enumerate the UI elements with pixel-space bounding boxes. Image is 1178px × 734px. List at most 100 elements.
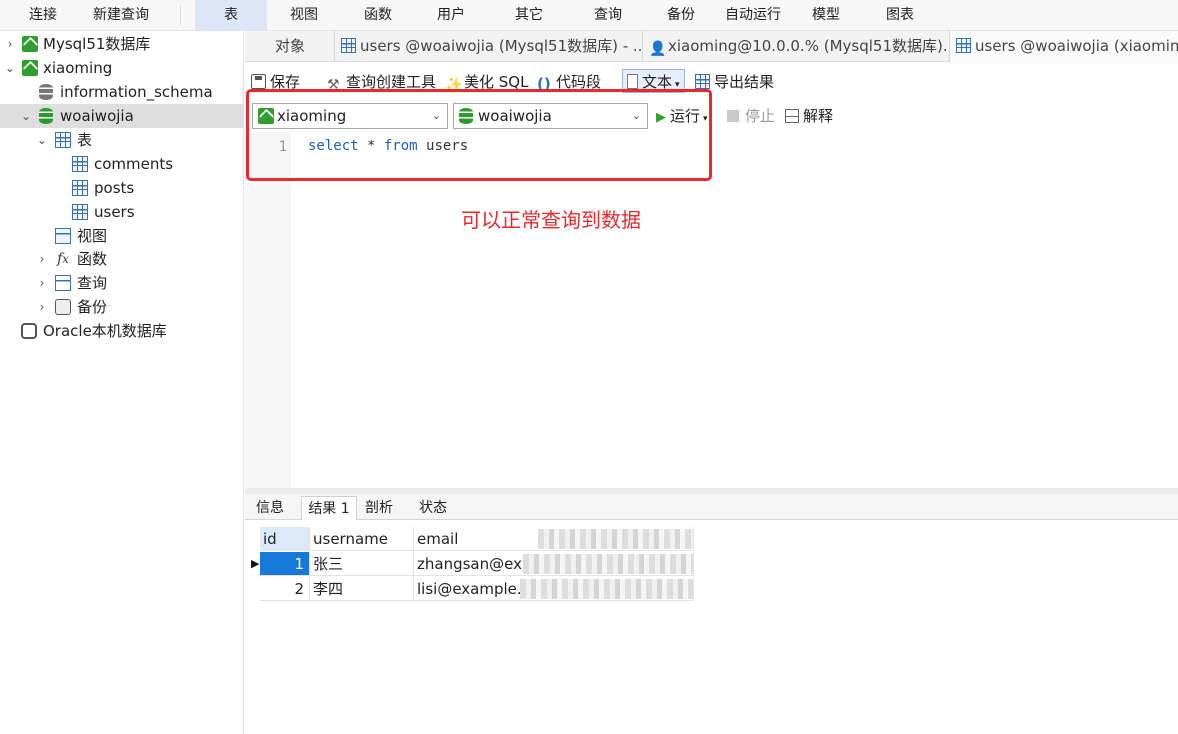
menu-view[interactable]: 视图	[278, 0, 330, 30]
tree-label: Mysql51数据库	[43, 35, 151, 53]
tree-label: Oracle本机数据库	[43, 322, 167, 340]
tree-connection-mysql51[interactable]: › Mysql51数据库	[0, 32, 243, 56]
explain-icon	[785, 109, 799, 123]
view-icon	[55, 228, 71, 244]
tab-objects[interactable]: 对象	[245, 31, 335, 62]
table-icon	[72, 180, 88, 196]
table-icon	[956, 38, 971, 53]
chevron-right-icon[interactable]: ›	[36, 247, 48, 271]
stop-button[interactable]: 停止	[727, 104, 775, 128]
chevron-down-icon[interactable]: ⌄	[36, 128, 48, 152]
column-header-username[interactable]: username	[310, 527, 414, 551]
chevron-right-icon[interactable]: ›	[36, 295, 48, 319]
hammer-icon: ⚒	[327, 77, 340, 93]
tree-db-information-schema[interactable]: information_schema	[0, 80, 243, 104]
pixelation-mask	[538, 529, 693, 549]
table-icon	[72, 204, 88, 220]
line-gutter: 1	[245, 132, 291, 488]
chevron-down-icon[interactable]: ⌄	[4, 56, 16, 80]
export-icon	[695, 74, 710, 89]
menu-other[interactable]: 其它	[503, 0, 555, 30]
tree-group-tables[interactable]: ⌄ 表	[0, 128, 243, 152]
document-icon	[627, 74, 638, 89]
explain-label: 解释	[803, 107, 834, 125]
result-grid: id username email ▶ 1 张三 zhangsan@ex 2 李…	[245, 521, 1178, 734]
tree-label: 备份	[77, 298, 108, 316]
tree-label: xiaoming	[43, 59, 113, 77]
tab-label: users @woaiwojia (Mysql51数据库) - ...	[360, 37, 643, 55]
snippet-icon: ()	[537, 75, 551, 93]
tree-db-woaiwojia[interactable]: ⌄ woaiwojia	[0, 104, 243, 128]
tree-label: posts	[94, 179, 135, 197]
tree-label: 函数	[77, 250, 108, 268]
annotation-text: 可以正常查询到数据	[461, 208, 641, 232]
explain-button[interactable]: 解释	[785, 104, 833, 128]
tree-label: 查询	[77, 274, 108, 292]
export-label: 导出结果	[714, 73, 775, 91]
pixelation-mask	[520, 579, 693, 599]
save-icon	[251, 74, 266, 89]
tree-group-queries[interactable]: › 查询	[0, 271, 243, 295]
stop-label: 停止	[745, 107, 776, 125]
tab-profile[interactable]: 剖析	[357, 496, 401, 520]
mysql-connection-icon	[22, 60, 38, 76]
tree-connection-xiaoming[interactable]: ⌄ xiaoming	[0, 56, 243, 80]
backup-icon	[55, 299, 71, 315]
column-header-id[interactable]: id	[260, 527, 310, 551]
tree-table-posts[interactable]: posts	[0, 176, 243, 200]
table-cell-id[interactable]: 1	[260, 552, 310, 576]
pixelation-mask	[523, 554, 693, 574]
tree-group-functions[interactable]: › fx 函数	[0, 247, 243, 271]
menu-automation[interactable]: 自动运行	[718, 0, 788, 30]
menu-bar: 连接 新建查询 表 视图 函数 用户 其它 查询 备份 自动运行 模型 图表	[0, 0, 1178, 31]
tab-users-xiaoming[interactable]: users @woaiwojia (xiaoming)	[950, 31, 1178, 62]
stop-icon	[727, 110, 739, 122]
menu-chart[interactable]: 图表	[874, 0, 926, 30]
menu-function[interactable]: 函数	[352, 0, 404, 30]
table-cell-id[interactable]: 2	[260, 577, 310, 601]
menu-query[interactable]: 查询	[582, 0, 634, 30]
tree-group-views[interactable]: 视图	[0, 224, 243, 248]
query-icon	[55, 275, 71, 291]
tree-label: comments	[94, 155, 174, 173]
result-tabs: 信息 结果 1 剖析 状态	[245, 494, 1178, 520]
tab-user-xiaoming[interactable]: 👤 xiaoming@10.0.0.% (Mysql51数据库)...	[643, 31, 950, 62]
tab-result-1[interactable]: 结果 1	[301, 496, 357, 520]
tab-users-mysql51[interactable]: users @woaiwojia (Mysql51数据库) - ...	[335, 31, 643, 62]
magic-wand-icon: ✨	[445, 77, 463, 93]
menu-user[interactable]: 用户	[425, 0, 477, 30]
menu-new-query[interactable]: 新建查询	[82, 0, 160, 30]
function-icon: fx	[57, 251, 69, 267]
tree-label: 视图	[77, 227, 108, 245]
chevron-down-icon[interactable]: ⌄	[20, 104, 32, 128]
oracle-connection-icon	[21, 323, 37, 339]
tab-info[interactable]: 信息	[249, 496, 291, 520]
table-cell-username[interactable]: 李四	[310, 577, 414, 601]
menu-separator	[180, 5, 181, 25]
table-icon	[72, 156, 88, 172]
chevron-right-icon[interactable]: ›	[36, 271, 48, 295]
tree-table-users[interactable]: users	[0, 200, 243, 224]
database-icon	[39, 108, 53, 124]
table-cell-username[interactable]: 张三	[310, 552, 414, 576]
tree-label: users	[94, 203, 135, 221]
tree-connection-oracle[interactable]: Oracle本机数据库	[0, 319, 243, 343]
navigation-tree: › Mysql51数据库 ⌄ xiaoming information_sche…	[0, 31, 244, 734]
menu-table[interactable]: 表	[195, 0, 267, 30]
table-icon	[341, 38, 356, 53]
menu-model[interactable]: 模型	[800, 0, 852, 30]
user-icon: 👤	[649, 41, 667, 57]
tree-group-backups[interactable]: › 备份	[0, 295, 243, 319]
tab-label: xiaoming@10.0.0.% (Mysql51数据库)...	[668, 37, 950, 55]
sql-editor[interactable]: 1 select * from users	[245, 132, 1178, 488]
chevron-right-icon[interactable]: ›	[4, 32, 16, 56]
tree-table-comments[interactable]: comments	[0, 152, 243, 176]
tree-label: woaiwojia	[60, 107, 134, 125]
current-row-arrow-icon: ▶	[251, 557, 260, 570]
tab-status[interactable]: 状态	[411, 496, 455, 520]
menu-backup[interactable]: 备份	[655, 0, 707, 30]
tree-label: information_schema	[60, 83, 213, 101]
mysql-connection-icon	[22, 36, 38, 52]
menu-connect[interactable]: 连接	[14, 0, 72, 30]
highlight-box	[246, 89, 712, 181]
